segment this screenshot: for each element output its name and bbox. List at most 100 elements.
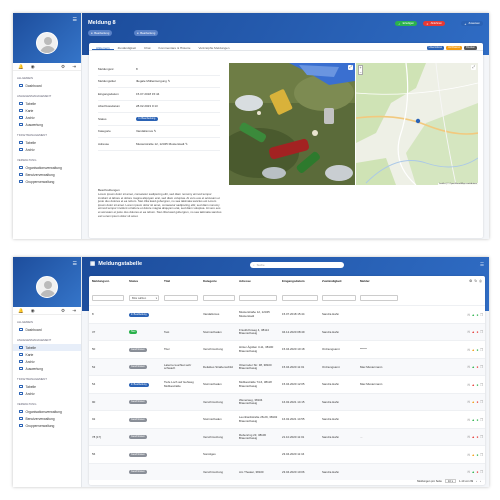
copy-icon[interactable]: ❐ bbox=[480, 400, 483, 404]
report-photo[interactable]: ⤢ bbox=[229, 63, 355, 185]
logout-icon[interactable]: ⇥ bbox=[72, 64, 76, 70]
collapse-icon[interactable]: ☰ bbox=[480, 262, 484, 268]
warning-icon[interactable]: ▲ bbox=[472, 348, 475, 352]
warning-icon[interactable]: ▲ bbox=[472, 313, 475, 317]
edit-icon[interactable]: ✎ bbox=[168, 79, 171, 83]
sidebar-item-dashboard[interactable]: Dashboard bbox=[13, 82, 81, 89]
mail-icon[interactable]: ✉ bbox=[467, 348, 470, 352]
copy-icon[interactable]: ❐ bbox=[480, 418, 483, 422]
warning-icon[interactable]: ▲ bbox=[472, 330, 475, 334]
priority-icon[interactable]: ● bbox=[476, 435, 478, 439]
collapse-icon[interactable]: ☰ bbox=[73, 262, 77, 267]
table-row[interactable]: 50 Geschlossen Titel Verschmutzung Hinter Äg… bbox=[89, 340, 485, 358]
column-filter[interactable] bbox=[164, 295, 198, 301]
sidebar-item-dashboard[interactable]: Dashboard bbox=[13, 326, 81, 333]
column-filter[interactable] bbox=[92, 295, 124, 301]
copy-icon[interactable]: ❐ bbox=[480, 365, 483, 369]
priority-icon[interactable]: ● bbox=[476, 383, 478, 387]
column-header[interactable]: Zuständigkeit bbox=[322, 279, 342, 286]
mail-icon[interactable]: ✉ bbox=[467, 435, 470, 439]
sidebar-item-archiv[interactable]: Archiv bbox=[13, 390, 81, 397]
priority-icon[interactable]: ● bbox=[476, 348, 478, 352]
bell-icon[interactable]: 🔔 bbox=[18, 308, 24, 314]
next-page-icon[interactable]: › bbox=[480, 480, 481, 483]
table-row[interactable]: 90 Geschlossen Verschmutzung Wenerweg, 3810… bbox=[89, 392, 485, 410]
column-filter[interactable] bbox=[203, 295, 235, 301]
gear-icon[interactable]: ⚙ bbox=[469, 279, 472, 283]
warning-icon[interactable]: ▲ bbox=[472, 435, 475, 439]
sidebar-item-gruppenverwaltung[interactable]: Gruppenverwaltung bbox=[13, 178, 81, 185]
mail-icon[interactable]: ✉ bbox=[467, 365, 470, 369]
sidebar-item-archiv[interactable]: Archiv bbox=[13, 358, 81, 365]
tab-chat[interactable]: Chat bbox=[140, 43, 155, 50]
eye-icon[interactable]: ◎ bbox=[479, 279, 482, 283]
edit-icon[interactable]: ✎ bbox=[154, 129, 157, 133]
collapse-icon[interactable]: ☰ bbox=[73, 18, 77, 23]
priority-icon[interactable]: ● bbox=[476, 330, 478, 334]
sidebar-item-tabelle[interactable]: Tabelle bbox=[13, 100, 81, 107]
mail-icon[interactable]: ✉ bbox=[467, 313, 470, 317]
tab-kommentare[interactable]: Kommentare & Historie bbox=[155, 43, 195, 50]
sidebar-item-auswertung[interactable]: Auswertung bbox=[13, 121, 81, 128]
warning-icon[interactable]: ▲ bbox=[472, 418, 475, 422]
avatar[interactable] bbox=[36, 276, 58, 298]
warning-icon[interactable]: ▲ bbox=[472, 470, 475, 474]
reset-icon[interactable]: ↻ bbox=[474, 279, 477, 283]
table-row[interactable]: 78 [17] Geschlossen Verschmutzung Rebenring… bbox=[89, 427, 485, 445]
gear-icon[interactable]: ⚙ bbox=[61, 308, 65, 314]
priority-icon[interactable]: ● bbox=[476, 418, 478, 422]
sidebar-item-gruppenverwaltung[interactable]: Gruppenverwaltung bbox=[13, 422, 81, 429]
print-button[interactable]: Drucken bbox=[464, 45, 477, 50]
column-filter[interactable] bbox=[322, 295, 356, 301]
table-row[interactable]: 52 Geschlossen Laterne leuchtet sehr schwa… bbox=[89, 357, 485, 375]
table-row[interactable]: 56 Geschlossen Sonstiges 23.04.2020 11:16 ✉ ▲… bbox=[89, 445, 485, 463]
priority-icon[interactable]: ● bbox=[476, 453, 478, 457]
column-header[interactable]: Eingangsdatum bbox=[282, 279, 305, 286]
prev-page-icon[interactable]: ‹ bbox=[476, 480, 477, 483]
sidebar-item-benutzerverwaltung[interactable]: Benutzerverwaltung bbox=[13, 171, 81, 178]
table-row[interactable]: 54 In Bearbeitung Tiefe Loch auf Gehweg Mo… bbox=[89, 375, 485, 393]
reject-button[interactable]: ✕ Ablehnen bbox=[423, 21, 445, 26]
mail-icon[interactable]: ✉ bbox=[467, 383, 470, 387]
table-row[interactable]: 8 In Bearbeitung Vandalismus Musterstraße 1… bbox=[89, 305, 485, 323]
tab-verknuepfte[interactable]: Verknüpfte Meldungen bbox=[195, 43, 234, 50]
sidebar-item-archiv[interactable]: Archiv bbox=[13, 114, 81, 121]
mail-icon[interactable]: ✉ bbox=[467, 453, 470, 457]
assignee-pill[interactable]: ● Bearbeitung bbox=[134, 30, 159, 36]
complete-button[interactable]: ✓ Erledigen bbox=[395, 21, 417, 26]
warning-icon[interactable]: ▲ bbox=[472, 383, 475, 387]
support-button[interactable]: Unterstützen bbox=[426, 45, 445, 50]
sidebar-item-karte[interactable]: Karte bbox=[13, 107, 81, 114]
logout-icon[interactable]: ⇥ bbox=[72, 308, 76, 314]
status-filter[interactable]: Bitte wählen ▾ bbox=[129, 295, 159, 301]
assign-button[interactable]: ➜ Zuweisen bbox=[461, 21, 483, 26]
column-header[interactable]: Adresse bbox=[239, 279, 251, 286]
column-header[interactable]: Meldungsnr. bbox=[92, 279, 110, 286]
compass-icon[interactable]: ◉ bbox=[31, 308, 35, 314]
expand-icon[interactable]: ⤢ bbox=[348, 65, 353, 70]
column-header[interactable]: Kategorie bbox=[203, 279, 217, 286]
column-filter[interactable] bbox=[239, 295, 277, 301]
column-header[interactable]: Melder bbox=[360, 279, 370, 286]
priority-icon[interactable]: ● bbox=[476, 365, 478, 369]
tab-allgemein[interactable]: Allgemein bbox=[92, 43, 114, 50]
expand-icon[interactable]: ⤢ bbox=[471, 65, 476, 70]
sidebar-item-tabelle[interactable]: Tabelle bbox=[13, 383, 81, 390]
copy-icon[interactable]: ❐ bbox=[480, 348, 483, 352]
column-header[interactable]: Status bbox=[129, 279, 138, 286]
zoom-control[interactable]: + − bbox=[358, 65, 363, 75]
bell-icon[interactable]: 🔔 bbox=[18, 64, 24, 70]
copy-icon[interactable]: ❐ bbox=[480, 435, 483, 439]
copy-icon[interactable]: ❐ bbox=[480, 330, 483, 334]
copy-icon[interactable]: ❐ bbox=[480, 383, 483, 387]
sidebar-item-archiv[interactable]: Archiv bbox=[13, 146, 81, 153]
column-filter[interactable] bbox=[282, 295, 318, 301]
table-row[interactable]: 37 Neu Test Sturmschaden Friedrichsweg 4, 38… bbox=[89, 322, 485, 340]
warning-icon[interactable]: ▲ bbox=[472, 453, 475, 457]
priority-icon[interactable]: ● bbox=[476, 313, 478, 317]
sidebar-item-organisationsverwaltung[interactable]: Organisationsverwaltung bbox=[13, 164, 81, 171]
mail-icon[interactable]: ✉ bbox=[467, 330, 470, 334]
tab-zustaendigkeit[interactable]: Zuständigkeit bbox=[114, 43, 140, 50]
sidebar-item-tabelle[interactable]: Tabelle bbox=[13, 344, 81, 351]
column-header[interactable]: Titel bbox=[164, 279, 170, 286]
